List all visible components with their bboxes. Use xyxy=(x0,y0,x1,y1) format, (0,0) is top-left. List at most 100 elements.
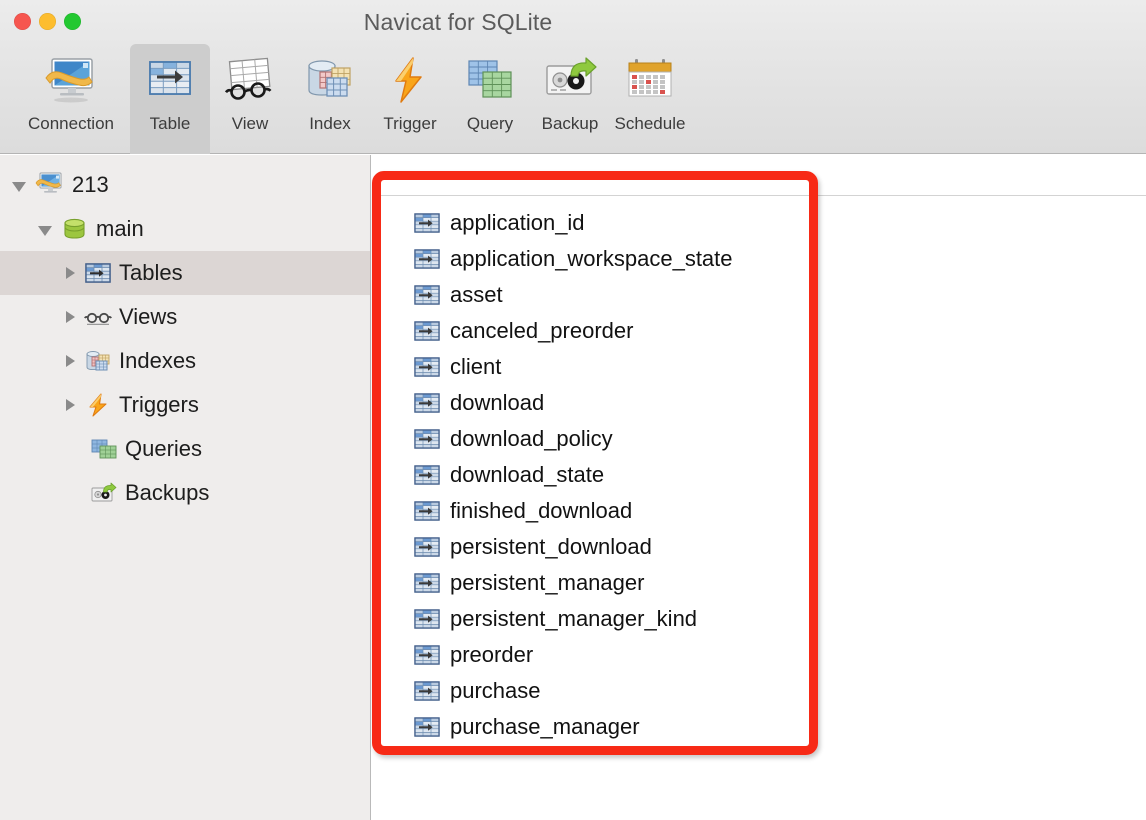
toolbar-label-view: View xyxy=(231,114,269,133)
sidebar-item-views[interactable]: Views xyxy=(0,295,370,339)
schedule-icon xyxy=(621,50,679,112)
chevron-right-icon[interactable] xyxy=(66,355,75,367)
sidebar-item-label: main xyxy=(96,216,144,241)
title-bar: Navicat for SQLite xyxy=(0,0,1146,44)
chevron-down-icon[interactable] xyxy=(12,181,26,192)
table-name: canceled_preorder xyxy=(450,318,634,343)
triggers-icon xyxy=(84,392,112,418)
sidebar-item-queries[interactable]: Queries xyxy=(0,427,370,471)
sidebar-item-triggers[interactable]: Triggers xyxy=(0,383,370,427)
table-name: purchase xyxy=(450,678,541,703)
connection-icon xyxy=(35,171,65,199)
table-name: download xyxy=(450,390,545,415)
chevron-right-icon[interactable] xyxy=(66,267,75,279)
table-name: download_policy xyxy=(450,426,613,451)
sidebar-item-indexes[interactable]: Indexes xyxy=(0,339,370,383)
list-item[interactable]: asset xyxy=(414,277,1146,313)
list-item[interactable]: preorder xyxy=(414,637,1146,673)
table-name: purchase_manager xyxy=(450,714,640,739)
query-icon xyxy=(461,50,519,112)
toolbar-button-schedule[interactable]: Schedule xyxy=(610,44,690,154)
table-icon xyxy=(414,679,440,703)
table-name: client xyxy=(450,354,502,379)
list-item[interactable]: client xyxy=(414,349,1146,385)
connection-icon xyxy=(42,50,100,112)
list-item[interactable]: application_id xyxy=(414,205,1146,241)
toolbar-button-query[interactable]: Query xyxy=(450,44,530,154)
view-icon xyxy=(221,50,279,112)
tables-icon xyxy=(84,260,112,286)
table-icon xyxy=(414,571,440,595)
sidebar-item-backups[interactable]: Backups xyxy=(0,471,370,515)
table-icon xyxy=(414,643,440,667)
backup-icon xyxy=(541,50,599,112)
table-icon xyxy=(414,535,440,559)
toolbar-button-trigger[interactable]: Trigger xyxy=(370,44,450,154)
toolbar-label-backup: Backup xyxy=(541,114,599,133)
toolbar-button-view[interactable]: View xyxy=(210,44,290,154)
views-icon xyxy=(84,304,112,330)
sidebar-item-label: Queries xyxy=(125,436,203,461)
list-item[interactable]: purchase xyxy=(414,673,1146,709)
table-icon xyxy=(414,607,440,631)
table-name: preorder xyxy=(450,642,534,667)
list-item[interactable]: persistent_manager xyxy=(414,565,1146,601)
table-icon xyxy=(414,427,440,451)
trigger-icon xyxy=(383,50,437,112)
object-list-pane[interactable]: application_id application_workspace_sta… xyxy=(372,155,1146,820)
list-item[interactable]: download_state xyxy=(414,457,1146,493)
sidebar-item-label: Backups xyxy=(125,480,210,505)
chevron-down-icon[interactable] xyxy=(38,225,52,236)
table-name: persistent_download xyxy=(450,534,652,559)
table-icon xyxy=(414,319,440,343)
table-icon xyxy=(414,283,440,307)
list-item[interactable]: download xyxy=(414,385,1146,421)
list-item[interactable]: persistent_manager_kind xyxy=(414,601,1146,637)
toolbar-label-trigger: Trigger xyxy=(383,114,437,133)
list-item[interactable]: application_workspace_state xyxy=(414,241,1146,277)
table-name: application_workspace_state xyxy=(450,246,733,271)
toolbar-button-connection[interactable]: Connection xyxy=(12,44,130,154)
table-name: download_state xyxy=(450,462,605,487)
table-icon xyxy=(143,50,197,112)
toolbar-label-table: Table xyxy=(149,114,191,133)
table-name: application_id xyxy=(450,210,585,235)
sidebar-item-label: Tables xyxy=(119,260,183,285)
sidebar-item-label: Triggers xyxy=(119,392,199,417)
chevron-right-icon[interactable] xyxy=(66,399,75,411)
list-item[interactable]: download_policy xyxy=(414,421,1146,457)
sidebar-item-tables[interactable]: Tables xyxy=(0,251,370,295)
table-icon xyxy=(414,499,440,523)
backups-icon xyxy=(90,480,118,506)
table-icon xyxy=(414,715,440,739)
table-list[interactable]: application_id application_workspace_sta… xyxy=(372,155,1146,745)
table-name: asset xyxy=(450,282,503,307)
connection-tree: 213 main Tables Views Indexes Triggers Q… xyxy=(0,155,370,515)
table-icon xyxy=(414,211,440,235)
table-name: persistent_manager_kind xyxy=(450,606,698,631)
sidebar-item-label: Views xyxy=(119,304,178,329)
sidebar-item-label: 213 xyxy=(72,172,109,197)
object-tree-sidebar[interactable]: 213 main Tables Views Indexes Triggers Q… xyxy=(0,155,371,820)
window-title: Navicat for SQLite xyxy=(363,9,553,35)
toolbar-label-schedule: Schedule xyxy=(614,114,686,133)
list-item[interactable]: finished_download xyxy=(414,493,1146,529)
sidebar-item-main[interactable]: main xyxy=(0,207,370,251)
sidebar-item-213[interactable]: 213 xyxy=(0,163,370,207)
toolbar-button-index[interactable]: Index xyxy=(290,44,370,154)
table-icon xyxy=(414,391,440,415)
list-item[interactable]: persistent_download xyxy=(414,529,1146,565)
app-window: Navicat for SQLite Connection Table View… xyxy=(0,0,1146,820)
table-name: finished_download xyxy=(450,498,633,523)
list-item[interactable]: canceled_preorder xyxy=(414,313,1146,349)
indexes-icon xyxy=(84,348,112,374)
table-icon xyxy=(414,355,440,379)
toolbar-button-backup[interactable]: Backup xyxy=(530,44,610,154)
table-icon xyxy=(414,247,440,271)
list-item[interactable]: purchase_manager xyxy=(414,709,1146,745)
list-header-divider xyxy=(372,195,1146,196)
chevron-right-icon[interactable] xyxy=(66,311,75,323)
toolbar-button-table[interactable]: Table xyxy=(130,44,210,154)
sidebar-item-label: Indexes xyxy=(119,348,197,373)
main-toolbar: Connection Table View Index Trigger Quer… xyxy=(0,44,1146,154)
